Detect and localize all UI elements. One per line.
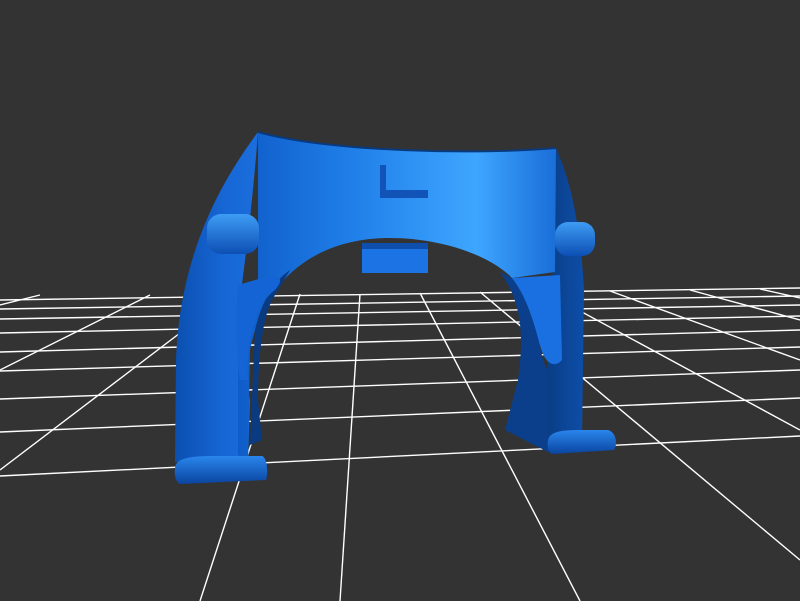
right-foot — [547, 430, 616, 454]
left-peg — [207, 214, 259, 254]
right-peg — [555, 222, 595, 256]
scene-canvas[interactable] — [0, 0, 800, 601]
bracket-model[interactable] — [174, 131, 616, 484]
center-tab-shadow — [362, 243, 428, 249]
left-foot — [174, 456, 268, 484]
ground-grid — [0, 287, 800, 601]
3d-viewport[interactable] — [0, 0, 800, 601]
